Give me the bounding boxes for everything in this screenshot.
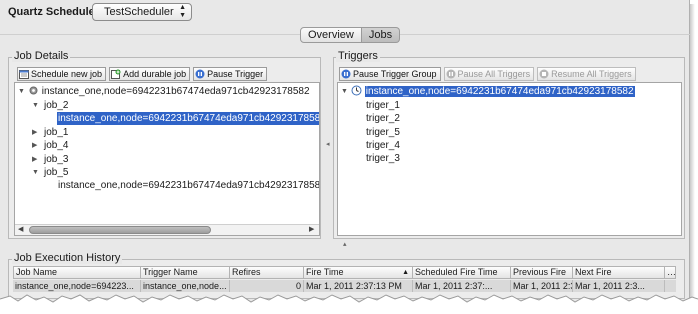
expand-job4-icon[interactable]: ▶ (32, 139, 37, 152)
pause-icon (446, 69, 456, 79)
select-arrows-icon: ▲ ▼ (179, 4, 186, 19)
trigger-tree: ▼ instance_one,node=6942231b67474eda971c… (337, 82, 682, 236)
tree-item-triger-4[interactable]: triger_4 (366, 139, 400, 152)
tree-item-job-4[interactable]: job_4 (44, 139, 68, 152)
expand-trigger-root-icon[interactable]: ▼ (341, 85, 348, 98)
cell-next-fire: Mar 1, 2011 2:3... (573, 280, 665, 292)
job-tree-root[interactable]: instance_one,node=6942231b67474eda971cb4… (28, 85, 310, 98)
job-details-title: Job Details (12, 50, 71, 62)
job-tree-hscrollbar[interactable]: ◀ ▶ (15, 224, 319, 235)
scroll-thumb[interactable] (29, 226, 211, 234)
history-title: Job Execution History (12, 252, 123, 264)
table-row[interactable]: instance_one,node=694223... instance_one… (13, 280, 676, 292)
scheduler-select-value: TestScheduler (104, 6, 174, 18)
pause-icon (195, 69, 205, 79)
cell-previous-fire: Mar 1, 2011 2:37:... (511, 280, 573, 292)
cell-trigger-name: instance_one,node... (141, 280, 230, 292)
expand-job5-icon[interactable]: ▼ (32, 166, 39, 179)
cell-scheduled-fire-time: Mar 1, 2011 2:37:... (413, 280, 511, 292)
calendar-icon (19, 69, 29, 79)
expand-job1-icon[interactable]: ▶ (32, 126, 37, 139)
triggers-toolbar: Pause Trigger Group Pause All Triggers R… (339, 67, 636, 81)
col-fire-time-label: Fire Time (306, 267, 344, 277)
scheduler-bar: Quartz Schedulers: TestScheduler ▲ ▼ (0, 0, 690, 24)
pause-icon (341, 69, 351, 79)
col-job-name[interactable]: Job Name (13, 266, 141, 279)
cell-fire-time: Mar 1, 2011 2:37:13 PM (304, 280, 413, 292)
pause-all-triggers-button[interactable]: Pause All Triggers (443, 67, 535, 81)
scroll-left-icon[interactable]: ◀ (18, 225, 23, 235)
tree-item-job-5-trigger[interactable]: instance_one,node=6942231b67474eda971cb4… (58, 179, 319, 192)
tree-item-job-1[interactable]: job_1 (44, 126, 68, 139)
cell-job-name: instance_one,node=694223... (13, 280, 141, 292)
pause-trigger-group-label: Pause Trigger Group (353, 69, 437, 79)
split-handle-icon[interactable]: ◂ (326, 140, 330, 148)
add-job-icon (111, 69, 121, 79)
col-previous-fire[interactable]: Previous Fire (511, 266, 573, 279)
scheduler-select[interactable]: TestScheduler ▲ ▼ (92, 3, 192, 21)
tree-item-job-2-trigger[interactable]: instance_one,node=6942231b67474eda971cb4… (57, 112, 319, 125)
tab-jobs[interactable]: Jobs (361, 27, 401, 43)
pause-trigger-group-button[interactable]: Pause Trigger Group (339, 67, 441, 81)
schedule-new-job-button[interactable]: Schedule new job (17, 67, 107, 81)
tab-bar: Overview Jobs (300, 27, 401, 43)
tab-overview[interactable]: Overview (300, 27, 362, 43)
history-table-header: Job Name Trigger Name Refires Fire Time … (13, 266, 676, 279)
app-window: Quartz Schedulers: TestScheduler ▲ ▼ Over… (0, 0, 690, 310)
expand-root-icon[interactable]: ▼ (18, 85, 25, 98)
sort-ascending-icon: ▲ (402, 269, 409, 276)
col-scheduled-fire-time[interactable]: Scheduled Fire Time (413, 266, 511, 279)
pause-all-triggers-label: Pause All Triggers (457, 69, 531, 79)
schedule-new-job-label: Schedule new job (31, 69, 103, 79)
window-shadow (690, 4, 695, 304)
tree-item-job-2[interactable]: job_2 (44, 99, 68, 112)
job-details-toolbar: Schedule new job Add durable job Pause T… (17, 67, 268, 81)
gear-icon (29, 86, 38, 95)
cell-refires: 0 (230, 280, 304, 292)
tree-item-triger-3[interactable]: triger_3 (366, 152, 400, 165)
col-fire-time[interactable]: Fire Time ▲ (304, 266, 413, 279)
col-next-fire[interactable]: Next Fire (573, 266, 665, 279)
triggers-title: Triggers (336, 50, 380, 62)
tree-item-triger-2[interactable]: triger_2 (366, 112, 400, 125)
resume-icon (539, 69, 549, 79)
col-trigger-name[interactable]: Trigger Name (141, 266, 230, 279)
col-refires[interactable]: Refires (230, 266, 304, 279)
expand-job3-icon[interactable]: ▶ (32, 153, 37, 166)
split-handle-vertical-icon[interactable]: ▴ (343, 240, 347, 248)
pause-trigger-button[interactable]: Pause Trigger (193, 67, 268, 81)
pause-trigger-label: Pause Trigger (207, 69, 264, 79)
torn-edge (0, 294, 698, 314)
tab-line-right (392, 34, 690, 35)
job-tree-root-label: instance_one,node=6942231b67474eda971cb4… (41, 86, 310, 97)
expand-job2-icon[interactable]: ▼ (32, 99, 39, 112)
job-tree: ▼ instance_one,node=6942231b67474eda971c… (14, 82, 320, 236)
tree-item-triger-1[interactable]: triger_1 (366, 99, 400, 112)
add-durable-job-button[interactable]: Add durable job (109, 67, 191, 81)
col-more[interactable]: … (665, 266, 676, 279)
trigger-tree-root-label: instance_one,node=6942231b67474eda971cb4… (364, 86, 635, 97)
tab-line-left (0, 34, 300, 35)
tree-item-triger-5[interactable]: triger_5 (366, 126, 400, 139)
scroll-right-icon[interactable]: ▶ (309, 225, 314, 235)
add-durable-job-label: Add durable job (123, 69, 187, 79)
resume-all-triggers-button[interactable]: Resume All Triggers (537, 67, 636, 81)
trigger-tree-root[interactable]: instance_one,node=6942231b67474eda971cb4… (351, 85, 635, 98)
clock-icon (351, 85, 362, 96)
tree-item-job-5[interactable]: job_5 (44, 166, 68, 179)
resume-all-triggers-label: Resume All Triggers (551, 69, 632, 79)
tree-item-job-3[interactable]: job_3 (44, 153, 68, 166)
